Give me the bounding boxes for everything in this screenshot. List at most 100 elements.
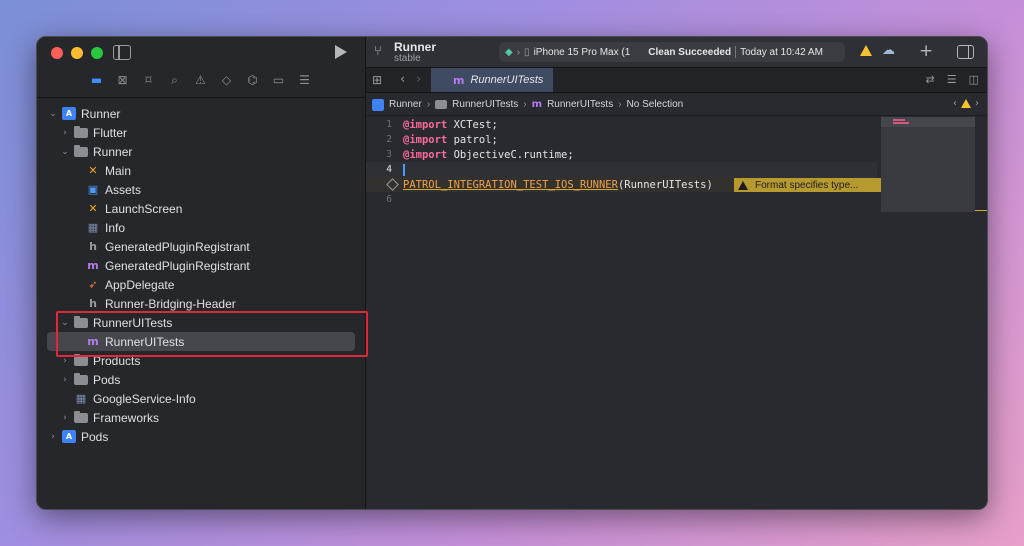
branch-name[interactable]: stable bbox=[394, 53, 421, 64]
navigator-selector-bar: ▬ ⊠ ⌑ ⌕ ⚠ ◇ ⌬ ▭ ☰ bbox=[89, 73, 312, 88]
editor-options-icon[interactable]: ☰ bbox=[947, 73, 957, 86]
back-button[interactable]: ‹ bbox=[400, 72, 405, 87]
line-number: 1 bbox=[386, 119, 392, 130]
tree-item-frameworks[interactable]: › Frameworks bbox=[37, 408, 365, 427]
project-icon: A bbox=[62, 107, 76, 120]
add-button[interactable]: + bbox=[919, 41, 933, 61]
forward-button[interactable]: › bbox=[416, 72, 421, 87]
next-issue-icon[interactable]: › bbox=[975, 98, 979, 109]
tree-item-runner-project[interactable]: ⌄ A Runner bbox=[37, 104, 365, 123]
warning-badge[interactable]: Format specifies type... bbox=[734, 178, 882, 192]
swap-icon[interactable]: ⇄ bbox=[926, 73, 935, 86]
chevron-down-icon[interactable]: ⌄ bbox=[47, 109, 59, 119]
grid-icon[interactable]: ⊞ bbox=[372, 73, 382, 87]
run-button[interactable] bbox=[335, 45, 347, 59]
header-icon: h bbox=[89, 240, 97, 253]
tab-runneruitests[interactable]: m RunnerUITests bbox=[431, 68, 553, 92]
cloud-icon[interactable]: ☁ bbox=[882, 43, 895, 58]
scrollbar-warning-marker bbox=[975, 210, 987, 211]
tree-item-appdelegate[interactable]: ➶ AppDelegate bbox=[37, 275, 365, 294]
minimize-window-button[interactable] bbox=[71, 47, 83, 59]
breadcrumb-item[interactable]: RunnerUITests bbox=[547, 99, 613, 110]
project-navigator: ▬ ⊠ ⌑ ⌕ ⚠ ◇ ⌬ ▭ ☰ ⌄ A Runner › Flutter ⌄ bbox=[37, 37, 368, 509]
source-editor[interactable]: 1 @import XCTest; 2 @import patrol; 3 @i… bbox=[366, 117, 882, 509]
tree-item-pods-folder[interactable]: › Pods bbox=[37, 370, 365, 389]
build-time: Today at 10:42 AM bbox=[740, 46, 823, 58]
tree-item-info[interactable]: ▦ Info bbox=[37, 218, 365, 237]
build-status: Clean Succeeded bbox=[648, 46, 732, 58]
chevron-right-icon[interactable]: › bbox=[59, 375, 71, 385]
minimap[interactable] bbox=[881, 117, 975, 212]
tree-item-label: Frameworks bbox=[93, 410, 160, 425]
tree-item-launchscreen[interactable]: ✕ LaunchScreen bbox=[37, 199, 365, 218]
tree-item-generatedpluginregistrant-h[interactable]: h GeneratedPluginRegistrant bbox=[37, 237, 365, 256]
breadcrumb-item[interactable]: No Selection bbox=[627, 99, 684, 110]
tree-item-main[interactable]: ✕ Main bbox=[37, 161, 365, 180]
code-text: @import ObjectiveC.runtime; bbox=[403, 148, 574, 161]
folder-navigator-icon[interactable]: ▬ bbox=[89, 73, 104, 88]
file-tree: ⌄ A Runner › Flutter ⌄ Runner ✕ Main ▣ A… bbox=[37, 104, 365, 446]
split-editor-icon[interactable]: ◫ bbox=[969, 73, 979, 86]
tree-item-label: LaunchScreen bbox=[105, 201, 183, 216]
code-line-warning: 5 PATROL_INTEGRATION_TEST_IOS_RUNNER(Run… bbox=[366, 177, 882, 192]
plist-icon: ▦ bbox=[75, 392, 87, 405]
breadcrumb-item[interactable]: Runner bbox=[389, 99, 422, 110]
highlight-annotation-box bbox=[56, 311, 368, 357]
tree-item-assets[interactable]: ▣ Assets bbox=[37, 180, 365, 199]
chevron-down-icon[interactable]: ⌄ bbox=[59, 147, 71, 157]
breakpoint-navigator-icon[interactable]: ▭ bbox=[271, 73, 286, 88]
find-navigator-icon[interactable]: ⌕ bbox=[167, 73, 182, 88]
chevron-right-icon: › bbox=[523, 99, 527, 110]
minimap-line bbox=[893, 119, 905, 121]
tab-bar: ⊞ ‹ › m RunnerUITests ⇄ ☰ ◫ bbox=[366, 68, 987, 93]
project-icon bbox=[372, 98, 384, 111]
code-line: 6 bbox=[366, 192, 877, 207]
tree-item-pods-project[interactable]: › A Pods bbox=[37, 427, 365, 446]
sidebar-toggle-icon[interactable] bbox=[113, 45, 131, 60]
test-diamond-icon[interactable] bbox=[386, 178, 399, 191]
issue-navigator-icon[interactable]: ⚠ bbox=[193, 73, 208, 88]
previous-issue-icon[interactable]: ‹ bbox=[953, 98, 957, 109]
chevron-right-icon[interactable]: › bbox=[47, 432, 59, 442]
tree-item-runner-folder[interactable]: ⌄ Runner bbox=[37, 142, 365, 161]
test-navigator-icon[interactable]: ◇ bbox=[219, 73, 234, 88]
warning-message: Format specifies type... bbox=[755, 179, 859, 191]
folder-icon bbox=[74, 144, 88, 157]
chevron-right-icon[interactable]: › bbox=[59, 413, 71, 423]
chevron-right-icon[interactable]: › bbox=[59, 128, 71, 138]
tree-item-label: Runner bbox=[93, 144, 133, 159]
warning-icon bbox=[738, 180, 748, 190]
inspector-toggle-icon[interactable] bbox=[957, 45, 974, 59]
report-navigator-icon[interactable]: ☰ bbox=[297, 73, 312, 88]
tree-item-flutter[interactable]: › Flutter bbox=[37, 123, 365, 142]
tree-item-googleservice-info[interactable]: ▦ GoogleService-Info bbox=[37, 389, 365, 408]
bookmark-navigator-icon[interactable]: ⌑ bbox=[141, 73, 156, 88]
objc-icon: m bbox=[531, 99, 543, 110]
debug-navigator-icon[interactable]: ⌬ bbox=[245, 73, 260, 88]
folder-icon bbox=[74, 353, 88, 366]
chevron-right-icon: › bbox=[516, 46, 521, 58]
breadcrumb-item[interactable]: RunnerUITests bbox=[452, 99, 518, 110]
tab-label: RunnerUITests bbox=[470, 74, 544, 86]
zoom-window-button[interactable] bbox=[91, 47, 103, 59]
objc-icon: m bbox=[87, 259, 99, 272]
chevron-right-icon[interactable]: › bbox=[59, 356, 71, 366]
code-text: @import XCTest; bbox=[403, 118, 498, 131]
warning-icon[interactable] bbox=[961, 99, 971, 108]
header-icon: h bbox=[89, 297, 97, 310]
device-label[interactable]: iPhone 15 Pro Max (1 bbox=[534, 47, 631, 58]
folder-icon bbox=[74, 410, 88, 423]
tree-item-label: GoogleService-Info bbox=[93, 391, 196, 406]
tree-item-generatedpluginregistrant-m[interactable]: m GeneratedPluginRegistrant bbox=[37, 256, 365, 275]
project-icon: A bbox=[62, 430, 76, 443]
code-text: @import patrol; bbox=[403, 133, 498, 146]
xcode-window: ▬ ⊠ ⌑ ⌕ ⚠ ◇ ⌬ ▭ ☰ ⌄ A Runner › Flutter ⌄ bbox=[36, 36, 988, 510]
project-title[interactable]: Runner bbox=[394, 40, 436, 54]
warning-annotation[interactable]: Format specifies type... bbox=[734, 177, 882, 192]
scheme-status-bar[interactable]: ◆ › ▯ iPhone 15 Pro Max (1 Clean Succeed… bbox=[499, 42, 845, 62]
source-control-navigator-icon[interactable]: ⊠ bbox=[115, 73, 130, 88]
swift-icon: ➶ bbox=[88, 278, 98, 291]
warning-icon[interactable] bbox=[860, 45, 872, 56]
chevron-right-icon: › bbox=[426, 99, 431, 110]
close-window-button[interactable] bbox=[51, 47, 63, 59]
